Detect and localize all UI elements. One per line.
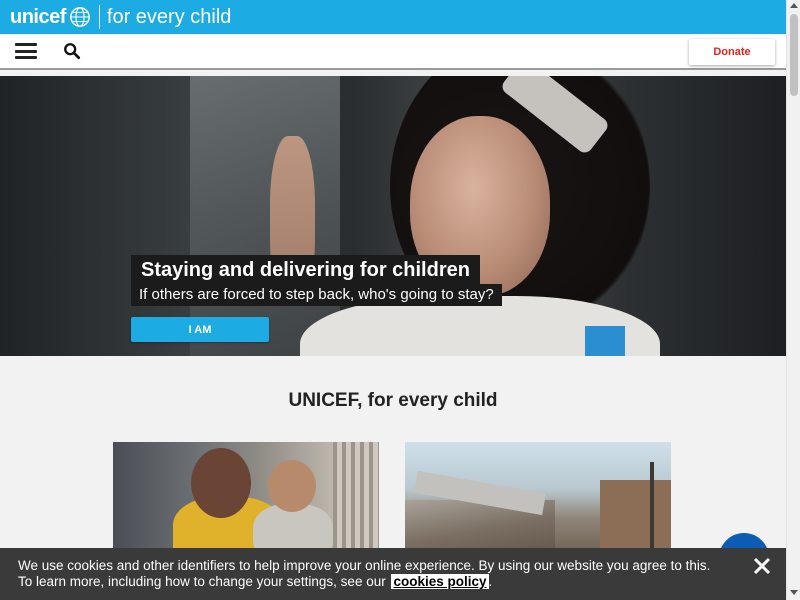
donate-button[interactable]: Donate (689, 39, 775, 65)
hero-title: Staying and delivering for children (131, 255, 480, 285)
unicef-logo[interactable]: unicef (10, 6, 91, 29)
cookie-banner: We use cookies and other identifiers to … (0, 548, 786, 600)
story-card-2[interactable] (405, 442, 671, 560)
scroll-up-arrow-icon[interactable] (790, 3, 798, 8)
scroll-thumb[interactable] (790, 14, 798, 96)
hamburger-menu-icon[interactable] (15, 43, 37, 59)
brand-bar: unicef for every child (0, 0, 786, 34)
story-card-1[interactable] (113, 442, 379, 560)
cookie-message: We use cookies and other identifiers to … (18, 558, 711, 573)
logo-wordmark: unicef (10, 5, 66, 28)
section-heading: UNICEF, for every child (288, 390, 498, 411)
hero-subtitle: If others are forced to step back, who's… (131, 284, 502, 306)
hero-banner (0, 76, 786, 356)
globe-emblem-icon (70, 7, 90, 27)
brand-tagline: for every child (106, 5, 232, 28)
cookie-text: To learn more, including how to change y… (18, 574, 386, 589)
i-am-button[interactable]: I AM (131, 317, 269, 342)
brand-divider (98, 5, 100, 29)
search-icon[interactable] (63, 42, 81, 60)
nav-bar: Donate (0, 34, 786, 70)
cookie-period: . (488, 574, 493, 589)
close-icon[interactable] (752, 556, 772, 576)
page-scrollbar[interactable] (786, 0, 800, 600)
scroll-down-arrow-icon[interactable] (790, 590, 798, 595)
cookie-message-line2: To learn more, including how to change y… (18, 574, 492, 589)
cookies-policy-link[interactable]: cookies policy (391, 574, 489, 589)
